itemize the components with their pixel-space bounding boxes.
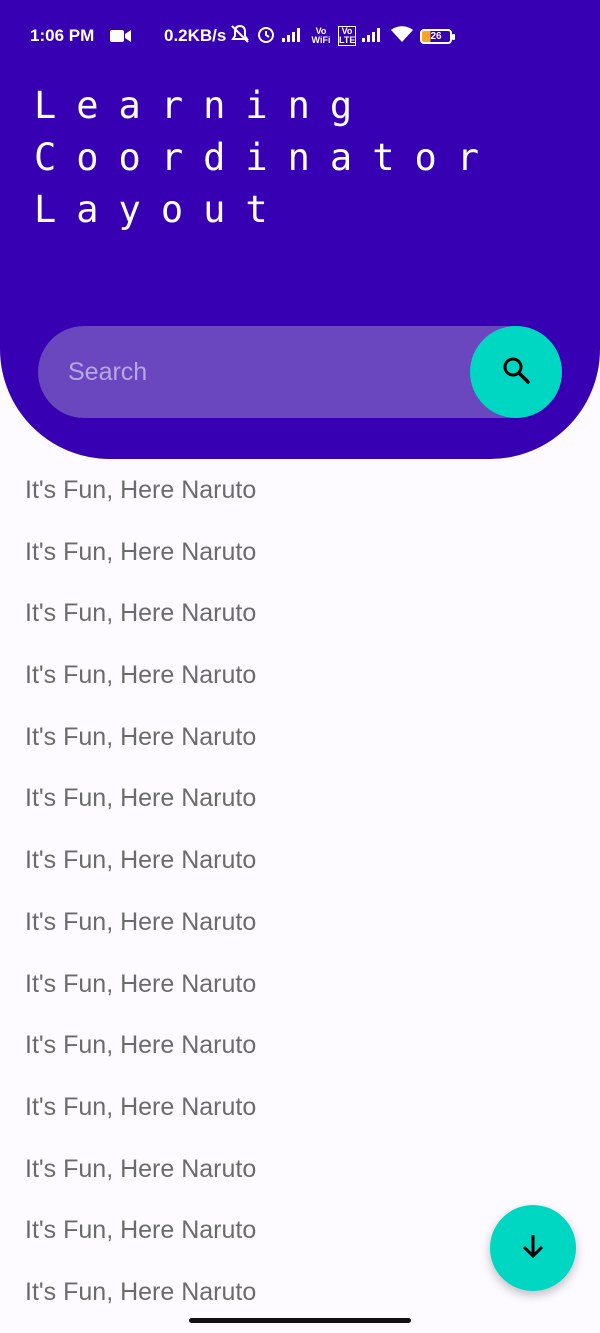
signal-bars-icon-2 [362,26,384,47]
list-item[interactable]: It's Fun, Here Naruto [25,655,585,717]
scroll-down-fab[interactable] [490,1205,576,1291]
bell-off-icon [230,24,250,49]
status-time: 1:06 PM [30,26,95,45]
video-camera-icon [110,29,132,48]
arrow-down-icon [519,1232,547,1264]
screen: 1:06 PM 0.2KB/s Vo WiFi Vo LTE 26 Learni… [0,0,600,1333]
list-item[interactable]: It's Fun, Here Naruto [25,593,585,655]
list-item[interactable]: It's Fun, Here Naruto [25,840,585,902]
content-list: It's Fun, Here Naruto It's Fun, Here Nar… [25,470,585,1333]
alarm-clock-icon [256,24,276,49]
list-item[interactable]: It's Fun, Here Naruto [25,1149,585,1211]
title-line-3: Layout [34,188,288,231]
list-item[interactable]: It's Fun, Here Naruto [25,1025,585,1087]
search-input[interactable] [68,326,468,418]
gesture-nav-bar[interactable] [189,1318,411,1323]
volte-wifi-label: Vo WiFi [311,26,331,45]
list-item[interactable]: It's Fun, Here Naruto [25,470,585,532]
status-icons: Vo WiFi Vo LTE 26 [230,24,455,49]
list-item[interactable]: It's Fun, Here Naruto [25,902,585,964]
title-line-1: Learning [34,84,373,127]
search-icon [501,355,531,389]
signal-bars-icon [282,26,304,47]
battery-indicator: 26 [420,28,455,44]
battery-level: 26 [430,30,442,42]
status-bar: 1:06 PM 0.2KB/s Vo WiFi Vo LTE 26 [0,0,600,72]
search-button[interactable] [470,326,562,418]
title-line-2: Coordinator [34,136,500,179]
list-item[interactable]: It's Fun, Here Naruto [25,778,585,840]
app-bar: 1:06 PM 0.2KB/s Vo WiFi Vo LTE 26 Learni… [0,0,600,459]
volte-lte-label: Vo LTE [338,26,356,46]
network-speed: 0.2KB/s [164,26,227,45]
page-title: Learning Coordinator Layout [34,80,499,236]
list-item[interactable]: It's Fun, Here Naruto [25,964,585,1026]
list-item[interactable]: It's Fun, Here Naruto [25,1087,585,1149]
list-item[interactable]: It's Fun, Here Naruto [25,532,585,594]
list-item[interactable]: It's Fun, Here Naruto [25,717,585,779]
list-item[interactable]: It's Fun, Here Naruto [25,1272,585,1333]
wifi-icon [390,25,414,48]
